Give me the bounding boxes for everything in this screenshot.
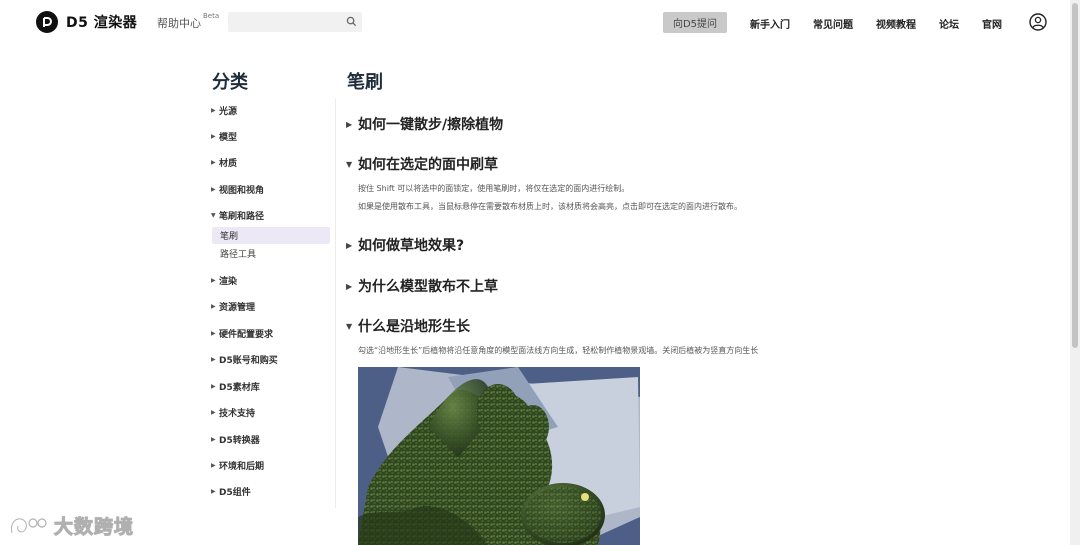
caret-right-icon: ▶: [211, 185, 216, 193]
caret-right-icon: ▶: [211, 132, 216, 140]
sidebar-item-converter[interactable]: ▶ D5转换器: [211, 431, 260, 447]
sidebar-subitem-brush[interactable]: 笔刷: [212, 227, 330, 244]
nav-video-tutorials[interactable]: 视频教程: [876, 16, 916, 31]
sidebar-subitem-path-tool[interactable]: 路径工具: [212, 245, 330, 262]
sidebar-item-library[interactable]: ▶ D5素材库: [211, 378, 260, 394]
sidebar-item-support[interactable]: ▶ 技术支持: [211, 404, 255, 420]
sidebar-item-label: 视图和视角: [219, 185, 265, 196]
help-center-link[interactable]: 帮助中心: [157, 15, 201, 31]
sidebar-item-render[interactable]: ▶ 渲染: [211, 272, 237, 288]
caret-right-icon: ▶: [211, 329, 216, 337]
category-title: 分类: [212, 72, 248, 93]
sidebar-item-label: 技术支持: [219, 408, 256, 419]
caret-right-icon: ▶: [346, 240, 353, 250]
sidebar-item-model[interactable]: ▶ 模型: [211, 128, 237, 144]
sidebar-item-label: 材质: [219, 158, 238, 169]
search-icon[interactable]: [346, 16, 357, 27]
sidebar-item-account[interactable]: ▶ D5账号和购买: [211, 351, 278, 367]
sidebar-item-label: 笔刷和路径: [219, 211, 265, 222]
d5-logo[interactable]: D5 渲染器: [36, 11, 137, 33]
watermark: 大数跨境: [8, 512, 134, 539]
caret-right-icon: ▶: [211, 435, 216, 443]
watermark-logo-icon: [10, 516, 47, 533]
sidebar-divider: [335, 98, 336, 508]
caret-right-icon: ▶: [346, 119, 353, 129]
page-scrollbar[interactable]: [1070, 0, 1080, 545]
brand-name: D5 渲染器: [66, 15, 138, 31]
caret-right-icon: ▶: [211, 355, 216, 363]
caret-right-icon: ▶: [211, 461, 216, 469]
sidebar-item-brush-path[interactable]: ▼ 笔刷和路径: [211, 207, 264, 223]
sidebar-item-environment[interactable]: ▶ 环境和后期: [211, 457, 264, 473]
sidebar-item-light[interactable]: ▶ 光源: [211, 102, 237, 118]
d5-logo-icon: [36, 11, 58, 33]
faq-question[interactable]: ▼ 如何在选定的面中刷草: [346, 154, 498, 174]
ask-d5-button[interactable]: 向D5提问: [663, 12, 727, 33]
user-account-icon[interactable]: [1029, 13, 1047, 31]
faq-question-text: 为什么模型散布不上草: [358, 279, 498, 295]
faq-answer-line: 按住 Shift 可以将选中的面锁定，使用笔刷时，将仅在选定的面内进行绘制。: [358, 184, 630, 193]
faq-question[interactable]: ▼ 什么是沿地形生长: [346, 316, 470, 336]
sidebar-item-label: 渲染: [219, 276, 238, 287]
caret-right-icon: ▶: [211, 106, 216, 114]
top-header: D5 渲染器 帮助中心 Beta 向D5提问 新手入门 常见问题 视频教程 论坛…: [0, 0, 1070, 44]
nav-official-site[interactable]: 官网: [982, 16, 1002, 31]
caret-right-icon: ▶: [346, 281, 353, 291]
faq-question[interactable]: ▶ 如何一键散步/擦除植物: [346, 114, 503, 134]
caret-right-icon: ▶: [211, 302, 216, 310]
faq-answer-line: 如果是使用散布工具，当鼠标悬停在需要散布材质上时，该材质将会高亮，点击即可在选定…: [358, 202, 742, 211]
caret-right-icon: ▶: [211, 408, 216, 416]
plant-wall-render-image: [358, 367, 640, 545]
faq-question-text: 如何一键散步/擦除植物: [358, 117, 504, 133]
faq-question[interactable]: ▶ 如何做草地效果?: [346, 235, 464, 255]
sidebar-item-asset-manage[interactable]: ▶ 资源管理: [211, 298, 255, 314]
sidebar-item-label: 光源: [219, 106, 238, 117]
faq-question-text: 如何做草地效果?: [358, 238, 465, 254]
faq-answer-line: 勾选“沿地形生长”后植物将沿任意角度的模型面法线方向生成，轻松制作植物景观墙。关…: [358, 346, 759, 355]
sidebar-item-label: D5组件: [219, 487, 251, 498]
caret-right-icon: ▶: [211, 382, 216, 390]
sidebar-item-label: D5账号和购买: [219, 355, 278, 366]
nav-faq[interactable]: 常见问题: [813, 16, 853, 31]
sidebar-item-material[interactable]: ▶ 材质: [211, 154, 237, 170]
sidebar-item-label: D5素材库: [219, 382, 260, 393]
faq-question-text: 如何在选定的面中刷草: [358, 157, 498, 173]
faq-question[interactable]: ▶ 为什么模型散布不上草: [346, 276, 498, 296]
sidebar-item-label: 硬件配置要求: [219, 329, 274, 340]
sidebar-item-label: 资源管理: [219, 302, 256, 313]
sidebar-item-label: 模型: [219, 132, 238, 143]
scrollbar-thumb[interactable]: [1072, 3, 1078, 348]
nav-forum[interactable]: 论坛: [939, 16, 959, 31]
search-input[interactable]: [228, 12, 362, 32]
sidebar-item-components[interactable]: ▶ D5组件: [211, 483, 251, 499]
caret-right-icon: ▶: [211, 487, 216, 495]
watermark-text: 大数跨境: [53, 516, 135, 539]
beta-badge: Beta: [203, 12, 220, 20]
caret-down-icon: ▼: [346, 321, 353, 331]
caret-right-icon: ▶: [211, 276, 216, 284]
sidebar-item-label: 环境和后期: [219, 461, 265, 472]
sidebar-item-view[interactable]: ▶ 视图和视角: [211, 181, 264, 197]
help-center-page: { "header": { "brand": "D5 渲染器", "help_c…: [0, 0, 1080, 545]
caret-right-icon: ▶: [211, 158, 216, 166]
sidebar-item-label: D5转换器: [219, 435, 260, 446]
sidebar-item-hardware[interactable]: ▶ 硬件配置要求: [211, 325, 273, 341]
caret-down-icon: ▼: [211, 211, 216, 219]
faq-question-text: 什么是沿地形生长: [358, 319, 470, 335]
nav-getting-started[interactable]: 新手入门: [750, 16, 790, 31]
page-title: 笔刷: [347, 72, 383, 93]
caret-down-icon: ▼: [346, 159, 353, 169]
